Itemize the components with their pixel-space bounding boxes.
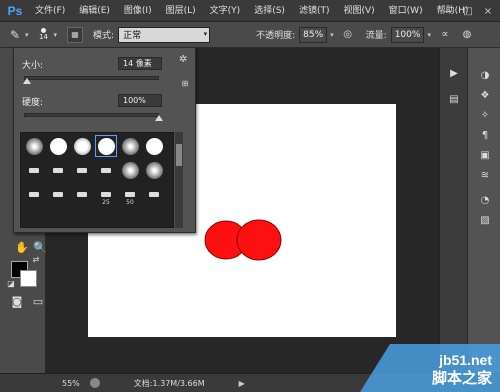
hardness-label: 硬度:	[22, 98, 44, 108]
menu-window[interactable]: 窗口(W)	[382, 0, 430, 22]
hardness-value-input[interactable]: 100%	[118, 94, 162, 107]
hardness-slider-thumb[interactable]	[155, 115, 163, 121]
preset-soft-round[interactable]	[71, 135, 93, 157]
preset-small-brush[interactable]	[23, 183, 45, 205]
close-button[interactable]: ×	[478, 0, 498, 22]
chevron-down-icon: ▾	[203, 29, 208, 38]
color-icon[interactable]: ◑	[477, 68, 493, 82]
chevron-down-icon[interactable]: ▾	[427, 31, 431, 39]
swatches-icon[interactable]: ❖	[477, 88, 493, 102]
flow-label: 流量:	[365, 31, 387, 41]
chevron-right-icon[interactable]: ▶	[239, 379, 245, 388]
size-slider-track[interactable]	[24, 76, 159, 80]
layers-icon[interactable]: ◔	[477, 193, 493, 207]
adjustments-icon[interactable]: ▣	[477, 148, 493, 162]
brush-panel-toggle-icon[interactable]: ▦	[67, 26, 84, 43]
size-slider-thumb[interactable]	[22, 78, 31, 84]
default-colors-icon[interactable]: ◪	[6, 278, 16, 288]
size-value-input[interactable]: 14 像素	[118, 57, 162, 70]
chevron-down-icon[interactable]: ▾	[25, 31, 29, 39]
channels-icon[interactable]: ▧	[477, 213, 493, 227]
brush-preset-grid: 25 50	[20, 132, 174, 228]
minimize-button[interactable]: —	[438, 0, 458, 22]
opacity-input[interactable]: 85%	[299, 26, 328, 43]
menu-image[interactable]: 图像(I)	[117, 0, 159, 22]
preset-small-brush[interactable]	[71, 159, 93, 181]
mode-label: 模式:	[93, 31, 115, 41]
brush-size-readout: 14	[39, 33, 48, 41]
background-color-swatch[interactable]	[20, 270, 37, 287]
menu-filter[interactable]: 滤镜(T)	[292, 0, 337, 22]
preset-small-brush[interactable]: 25	[95, 183, 117, 206]
preset-soft-round[interactable]	[143, 159, 165, 181]
actions-icon[interactable]: ≋	[477, 168, 493, 182]
brush-preset-picker[interactable]: 14	[35, 26, 53, 44]
menu-select[interactable]: 选择(S)	[247, 0, 292, 22]
collapsed-panel-strip: ▶ ▤	[439, 48, 467, 373]
opacity-label: 不透明度:	[256, 31, 296, 41]
menu-type[interactable]: 文字(Y)	[203, 0, 248, 22]
preset-hard-round-selected[interactable]	[95, 135, 117, 157]
preset-soft-round[interactable]	[119, 159, 141, 181]
preset-hard-round[interactable]	[47, 135, 69, 157]
menu-layer[interactable]: 图层(L)	[159, 0, 203, 22]
chevron-down-icon[interactable]: ▾	[330, 31, 334, 39]
zoom-level[interactable]: 55%	[62, 379, 80, 388]
watermark-line2: 脚本之家	[431, 369, 492, 387]
preset-small-brush[interactable]: 50	[119, 183, 141, 206]
screen-mode-icon[interactable]: ▭	[28, 292, 48, 310]
history-icon[interactable]: ▤	[446, 92, 462, 106]
preset-small-brush[interactable]	[95, 159, 117, 181]
maximize-button[interactable]: □	[458, 0, 478, 22]
panel-icons-dock: ◑ ❖ ✧ ¶ ▣ ≋ ◔ ▧	[467, 48, 500, 373]
preset-small-brush[interactable]	[71, 183, 93, 205]
size-label: 大小:	[22, 61, 44, 71]
preset-scrollbar[interactable]	[175, 132, 183, 228]
flow-input[interactable]: 100%	[390, 26, 425, 43]
preset-small-brush[interactable]	[47, 183, 69, 205]
preset-soft-round[interactable]	[23, 135, 45, 157]
photoshop-logo: Ps	[7, 3, 23, 18]
mode-select[interactable]: 正常 ▾	[118, 26, 211, 43]
brush-preset-popup: 大小: 14 像素 ✲ ⊞ 硬度: 100% 25 50	[13, 47, 196, 233]
options-bar: ✎ ▾ 14 ▾ ▦ 模式: 正常 ▾ 不透明度: 85% ▾ ◎ 流量: 10…	[0, 22, 500, 48]
watermark-line1: jb51.net	[439, 352, 492, 368]
new-preset-icon[interactable]: ⊞	[179, 78, 191, 88]
mode-value: 正常	[123, 31, 142, 41]
styles-icon[interactable]: ¶	[477, 128, 493, 142]
chevron-down-icon[interactable]: ▾	[54, 31, 58, 39]
swap-colors-icon[interactable]: ⇄	[31, 254, 41, 264]
mode-spacer-icon	[240, 27, 256, 43]
preset-small-brush[interactable]	[143, 183, 165, 205]
window-controls: — □ ×	[438, 0, 498, 22]
preset-size-label: 25	[102, 199, 110, 206]
preset-size-label: 50	[126, 199, 134, 206]
hand-tool-icon[interactable]: ✋	[12, 238, 32, 256]
watermark: jb51.net 脚本之家	[360, 344, 500, 392]
pressure-opacity-icon[interactable]: ◎	[340, 27, 356, 43]
menu-edit[interactable]: 编辑(E)	[72, 0, 117, 22]
play-icon[interactable]: ▶	[446, 66, 462, 80]
quick-mask-icon[interactable]: ◙	[7, 292, 27, 310]
menu-view[interactable]: 视图(V)	[336, 0, 381, 22]
paths-icon[interactable]: ✧	[477, 108, 493, 122]
preset-soft-round[interactable]	[119, 135, 141, 157]
menu-bar: Ps 文件(F) 编辑(E) 图像(I) 图层(L) 文字(Y) 选择(S) 滤…	[0, 0, 500, 22]
hardness-slider-track[interactable]	[24, 113, 159, 117]
preset-hard-round[interactable]	[143, 135, 165, 157]
preset-small-brush[interactable]	[47, 159, 69, 181]
menu-file[interactable]: 文件(F)	[28, 0, 72, 22]
scrollbar-thumb[interactable]	[176, 144, 182, 166]
preset-small-brush[interactable]	[23, 159, 45, 181]
brush-tool-icon[interactable]: ✎	[6, 26, 24, 44]
info-icon[interactable]	[89, 378, 100, 388]
document-size: 文档:1.37M/3.66M	[133, 378, 205, 388]
pressure-size-icon[interactable]: ◍	[459, 27, 475, 43]
airbrush-icon[interactable]: ∝	[437, 27, 453, 43]
gear-icon[interactable]: ✲	[179, 54, 187, 65]
